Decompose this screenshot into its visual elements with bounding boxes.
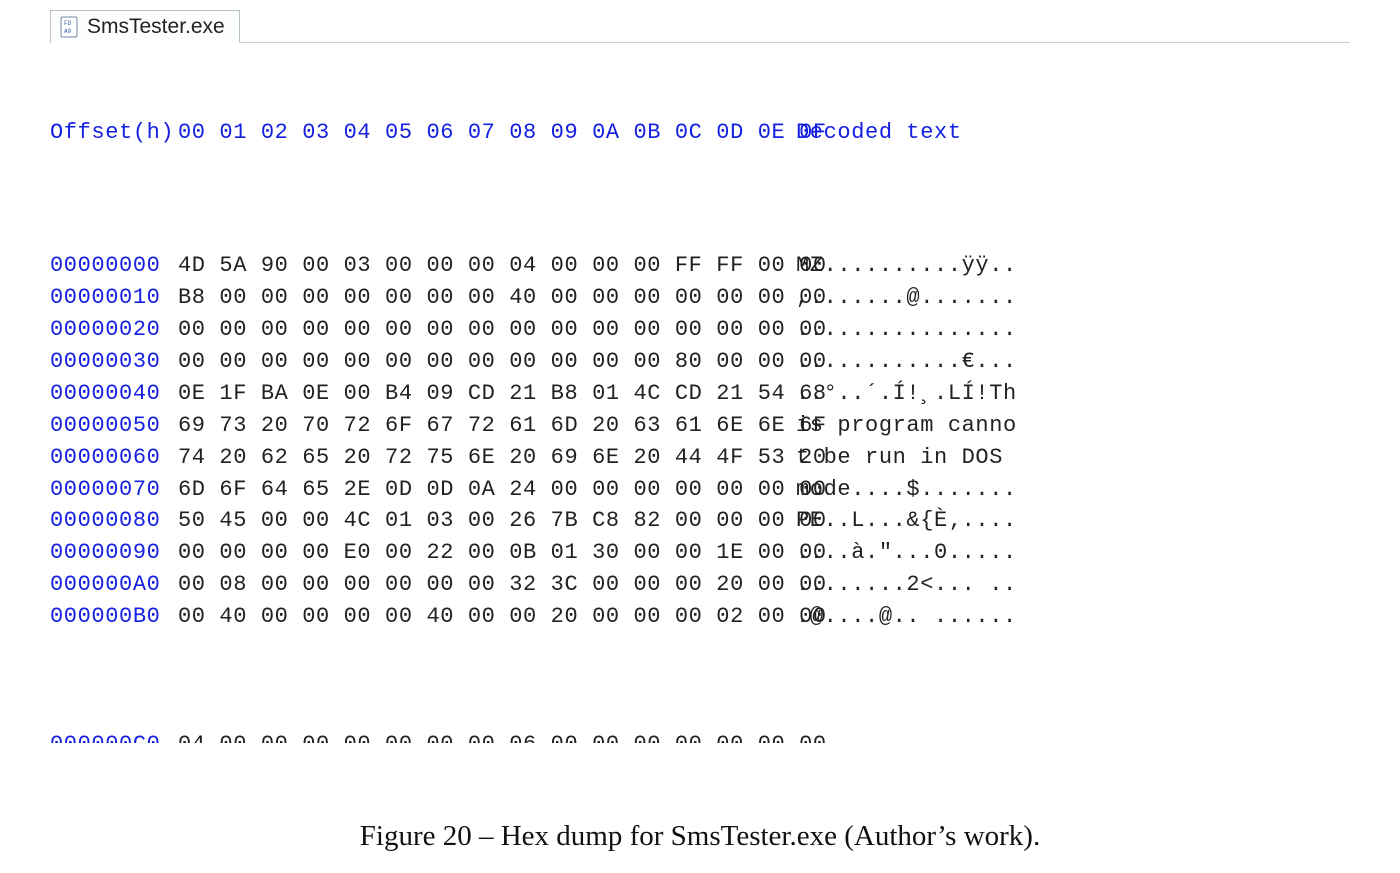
cell-offset: 000000A0 [50,569,178,601]
cell-hex: B8 00 00 00 00 00 00 00 40 00 00 00 00 0… [178,282,796,314]
cell-offset: 00000090 [50,537,178,569]
file-icon: FD A0 [59,16,79,38]
cell-offset: 00000060 [50,442,178,474]
hex-row-partial: 000000C004 00 00 00 00 00 00 00 06 00 00… [50,729,1350,743]
hex-row: 0000008050 45 00 00 4C 01 03 00 26 7B C8… [50,505,1350,537]
hex-row: 000000B000 40 00 00 00 00 40 00 00 20 00… [50,601,1350,633]
hex-row: 000000A000 08 00 00 00 00 00 00 32 3C 00… [50,569,1350,601]
cell-decoded: ................ [796,314,1017,346]
header-offset: Offset(h) [50,117,178,149]
hex-row: 000000004D 5A 90 00 03 00 00 00 04 00 00… [50,250,1350,282]
cell-decoded: is program canno [796,410,1017,442]
hex-header: Offset(h)00 01 02 03 04 05 06 07 08 09 0… [50,117,1350,149]
cell-hex: 00 08 00 00 00 00 00 00 32 3C 00 00 00 2… [178,569,796,601]
file-tab-label: SmsTester.exe [87,15,225,39]
hex-row: 00000010B8 00 00 00 00 00 00 00 40 00 00… [50,282,1350,314]
cell-hex: 00 00 00 00 00 00 00 00 00 00 00 00 00 0… [178,314,796,346]
header-decoded: Decoded text [796,117,962,149]
hex-row: 0000005069 73 20 70 72 6F 67 72 61 6D 20… [50,410,1350,442]
svg-text:FD: FD [64,20,72,27]
cell-offset: 00000010 [50,282,178,314]
hex-row: 0000003000 00 00 00 00 00 00 00 00 00 00… [50,346,1350,378]
cell-decoded: MZ..........ÿÿ.. [796,250,1017,282]
cell-decoded: ..°..´.Í!¸.LÍ!Th [796,378,1017,410]
cell-offset: 000000B0 [50,601,178,633]
hex-row: 000000706D 6F 64 65 2E 0D 0D 0A 24 00 00… [50,474,1350,506]
cell-offset: 00000080 [50,505,178,537]
header-columns: 00 01 02 03 04 05 06 07 08 09 0A 0B 0C 0… [178,117,796,149]
cell-decoded: ........2<... .. [796,569,1017,601]
hex-row: 0000009000 00 00 00 E0 00 22 00 0B 01 30… [50,537,1350,569]
file-tab[interactable]: FD A0 SmsTester.exe [50,10,240,43]
cell-hex: 4D 5A 90 00 03 00 00 00 04 00 00 00 FF F… [178,250,796,282]
cell-offset: 00000000 [50,250,178,282]
cell-decoded: ............€... [796,346,1017,378]
cell-hex: 00 40 00 00 00 00 40 00 00 20 00 00 00 0… [178,601,796,633]
tab-bar-divider [50,42,1350,43]
cell-offset: 00000020 [50,314,178,346]
hex-row: 000000400E 1F BA 0E 00 B4 09 CD 21 B8 01… [50,378,1350,410]
hex-row: 0000002000 00 00 00 00 00 00 00 00 00 00… [50,314,1350,346]
cell-hex: 04 00 00 00 00 00 00 00 06 00 00 00 00 0… [178,729,796,743]
cell-hex: 50 45 00 00 4C 01 03 00 26 7B C8 82 00 0… [178,505,796,537]
hex-dump: Offset(h)00 01 02 03 04 05 06 07 08 09 0… [50,53,1350,806]
hex-row: 0000006074 20 62 65 20 72 75 6E 20 69 6E… [50,442,1350,474]
cell-offset: 00000050 [50,410,178,442]
cell-hex: 6D 6F 64 65 2E 0D 0D 0A 24 00 00 00 00 0… [178,474,796,506]
cell-decoded: mode....$....... [796,474,1017,506]
cell-decoded: .@....@.. ...... [796,601,1017,633]
cell-decoded: ....à."...0..... [796,537,1017,569]
cell-offset: 00000030 [50,346,178,378]
cell-hex: 69 73 20 70 72 6F 67 72 61 6D 20 63 61 6… [178,410,796,442]
cell-decoded: PE..L...&{È‚.... [796,505,1017,537]
cell-offset: 00000070 [50,474,178,506]
cell-decoded: t be run in DOS [796,442,1017,474]
figure-caption: Figure 20 – Hex dump for SmsTester.exe (… [50,820,1350,853]
cell-hex: 74 20 62 65 20 72 75 6E 20 69 6E 20 44 4… [178,442,796,474]
cell-offset: 000000C0 [50,729,178,743]
cell-offset: 00000040 [50,378,178,410]
cell-hex: 00 00 00 00 00 00 00 00 00 00 00 00 80 0… [178,346,796,378]
cell-hex: 00 00 00 00 E0 00 22 00 0B 01 30 00 00 1… [178,537,796,569]
cell-hex: 0E 1F BA 0E 00 B4 09 CD 21 B8 01 4C CD 2… [178,378,796,410]
cell-decoded: ,.......@....... [796,282,1017,314]
svg-text:A0: A0 [64,28,72,35]
